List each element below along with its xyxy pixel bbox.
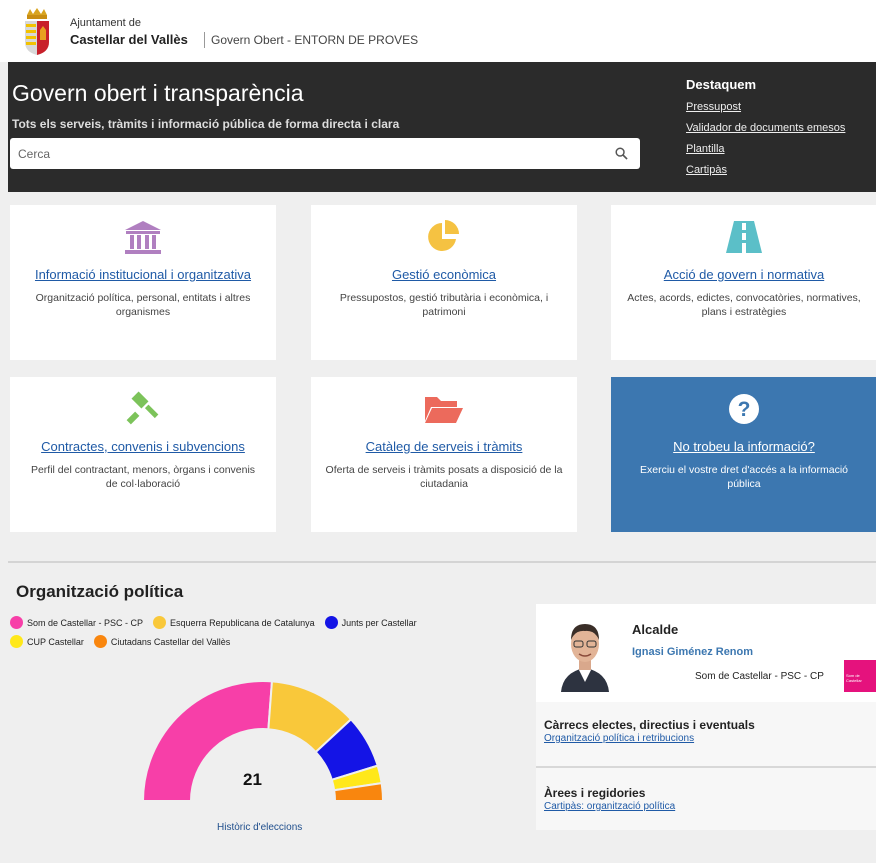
card-information-request[interactable]: ? No trobeu la informació? Exerciu el vo… <box>611 377 876 532</box>
mayor-name-link[interactable]: Ignasi Giménez Renom <box>632 646 753 658</box>
section-officials: Càrrecs electes, directius i eventuals O… <box>536 718 876 744</box>
seat-chart <box>141 680 385 802</box>
featured-link-validator[interactable]: Validador de documents emesos <box>686 121 845 135</box>
mayor-party: Som de Castellar - PSC - CP <box>695 671 824 682</box>
total-seats: 21 <box>243 770 262 789</box>
section-divider <box>8 561 876 563</box>
party-logo: Som de Castellar <box>844 660 876 692</box>
card-description: Organització política, personal, entitat… <box>35 292 251 318</box>
search-icon[interactable] <box>615 147 628 160</box>
featured-title: Destaquem <box>686 77 757 92</box>
page-subtitle: Tots els serveis, tràmits i informació p… <box>12 117 400 131</box>
org-prefix: Ajuntament de <box>70 17 141 29</box>
featured-link-cartipas[interactable]: Cartipàs <box>686 163 845 177</box>
mayor-photo[interactable] <box>555 612 615 692</box>
card-title[interactable]: Informació institucional i organitzativa <box>14 267 272 282</box>
mayor-panel: Alcalde Ignasi Giménez Renom Som de Cast… <box>536 604 876 830</box>
card-government-action[interactable]: Acció de govern i normativa Actes, acord… <box>611 205 876 360</box>
org-name[interactable]: Castellar del Vallès <box>70 32 188 47</box>
search-box[interactable] <box>10 138 640 169</box>
portal-name[interactable]: Govern Obert - ENTORN DE PROVES <box>211 33 418 47</box>
chart-legend: Som de Castellar - PSC - CP Esquerra Rep… <box>10 616 510 654</box>
header-divider <box>204 32 205 48</box>
card-title[interactable]: Acció de govern i normativa <box>615 267 873 282</box>
card-title[interactable]: Contractes, convenis i subvencions <box>14 439 272 454</box>
legend-item[interactable]: Esquerra Republicana de Catalunya <box>153 616 315 629</box>
folder-icon <box>425 397 463 423</box>
coat-of-arms-logo[interactable] <box>24 8 50 56</box>
question-icon: ? <box>729 394 759 424</box>
card-title[interactable]: Gestió econòmica <box>315 267 573 282</box>
legend-item[interactable]: Ciutadans Castellar del Vallès <box>93 635 230 648</box>
mayor-card: Alcalde Ignasi Giménez Renom Som de Cast… <box>536 604 876 702</box>
card-institutional-info[interactable]: Informació institucional i organitzativa… <box>10 205 276 360</box>
section-areas: Àrees i regidories Cartipàs: organitzaci… <box>536 786 876 812</box>
pie-chart-icon <box>428 220 459 251</box>
election-history-link[interactable]: Històric d'eleccions <box>217 822 302 833</box>
featured-link-staff[interactable]: Plantilla <box>686 142 845 156</box>
legend-item[interactable]: CUP Castellar <box>10 635 84 648</box>
section-heading: Àrees i regidories <box>544 786 646 800</box>
legend-item[interactable]: Som de Castellar - PSC - CP <box>10 616 143 629</box>
building-icon <box>125 221 161 254</box>
card-contracts[interactable]: Contractes, convenis i subvencions Perfi… <box>10 377 276 532</box>
featured-links: Pressupost Validador de documents emesos… <box>686 100 845 184</box>
gavel-icon <box>126 391 159 425</box>
card-services-catalog[interactable]: Catàleg de serveis i tràmits Oferta de s… <box>311 377 577 532</box>
section-link[interactable]: Cartipàs: organització política <box>536 801 876 812</box>
featured-link-budget[interactable]: Pressupost <box>686 100 845 114</box>
hero-banner: Govern obert i transparència Tots els se… <box>8 62 876 192</box>
card-description: Exerciu el vostre dret d'accés a la info… <box>639 464 848 490</box>
top-bar: Ajuntament de Castellar del Vallès Gover… <box>0 0 876 62</box>
card-description: Perfil del contractant, menors, òrgans i… <box>30 464 256 490</box>
section-link[interactable]: Organització política i retribucions <box>536 733 876 744</box>
section-heading: Càrrecs electes, directius i eventuals <box>544 718 755 732</box>
legend-item[interactable]: Junts per Castellar <box>324 616 417 629</box>
card-description: Oferta de serveis i tràmits posats a dis… <box>325 464 563 490</box>
panel-divider <box>536 766 876 768</box>
card-economic-management[interactable]: Gestió econòmica Pressupostos, gestió tr… <box>311 205 577 360</box>
card-description: Pressupostos, gestió tributària i econòm… <box>339 292 549 318</box>
section-title: Organització política <box>16 582 184 601</box>
card-title[interactable]: Catàleg de serveis i tràmits <box>315 439 573 454</box>
card-description: Actes, acords, edictes, convocatòries, n… <box>627 292 861 318</box>
page-title: Govern obert i transparència <box>12 80 304 106</box>
search-input[interactable] <box>10 138 600 169</box>
mayor-role: Alcalde <box>632 622 679 637</box>
card-title[interactable]: No trobeu la informació? <box>615 439 873 454</box>
road-icon <box>726 221 762 253</box>
svg-text:?: ? <box>738 398 751 421</box>
